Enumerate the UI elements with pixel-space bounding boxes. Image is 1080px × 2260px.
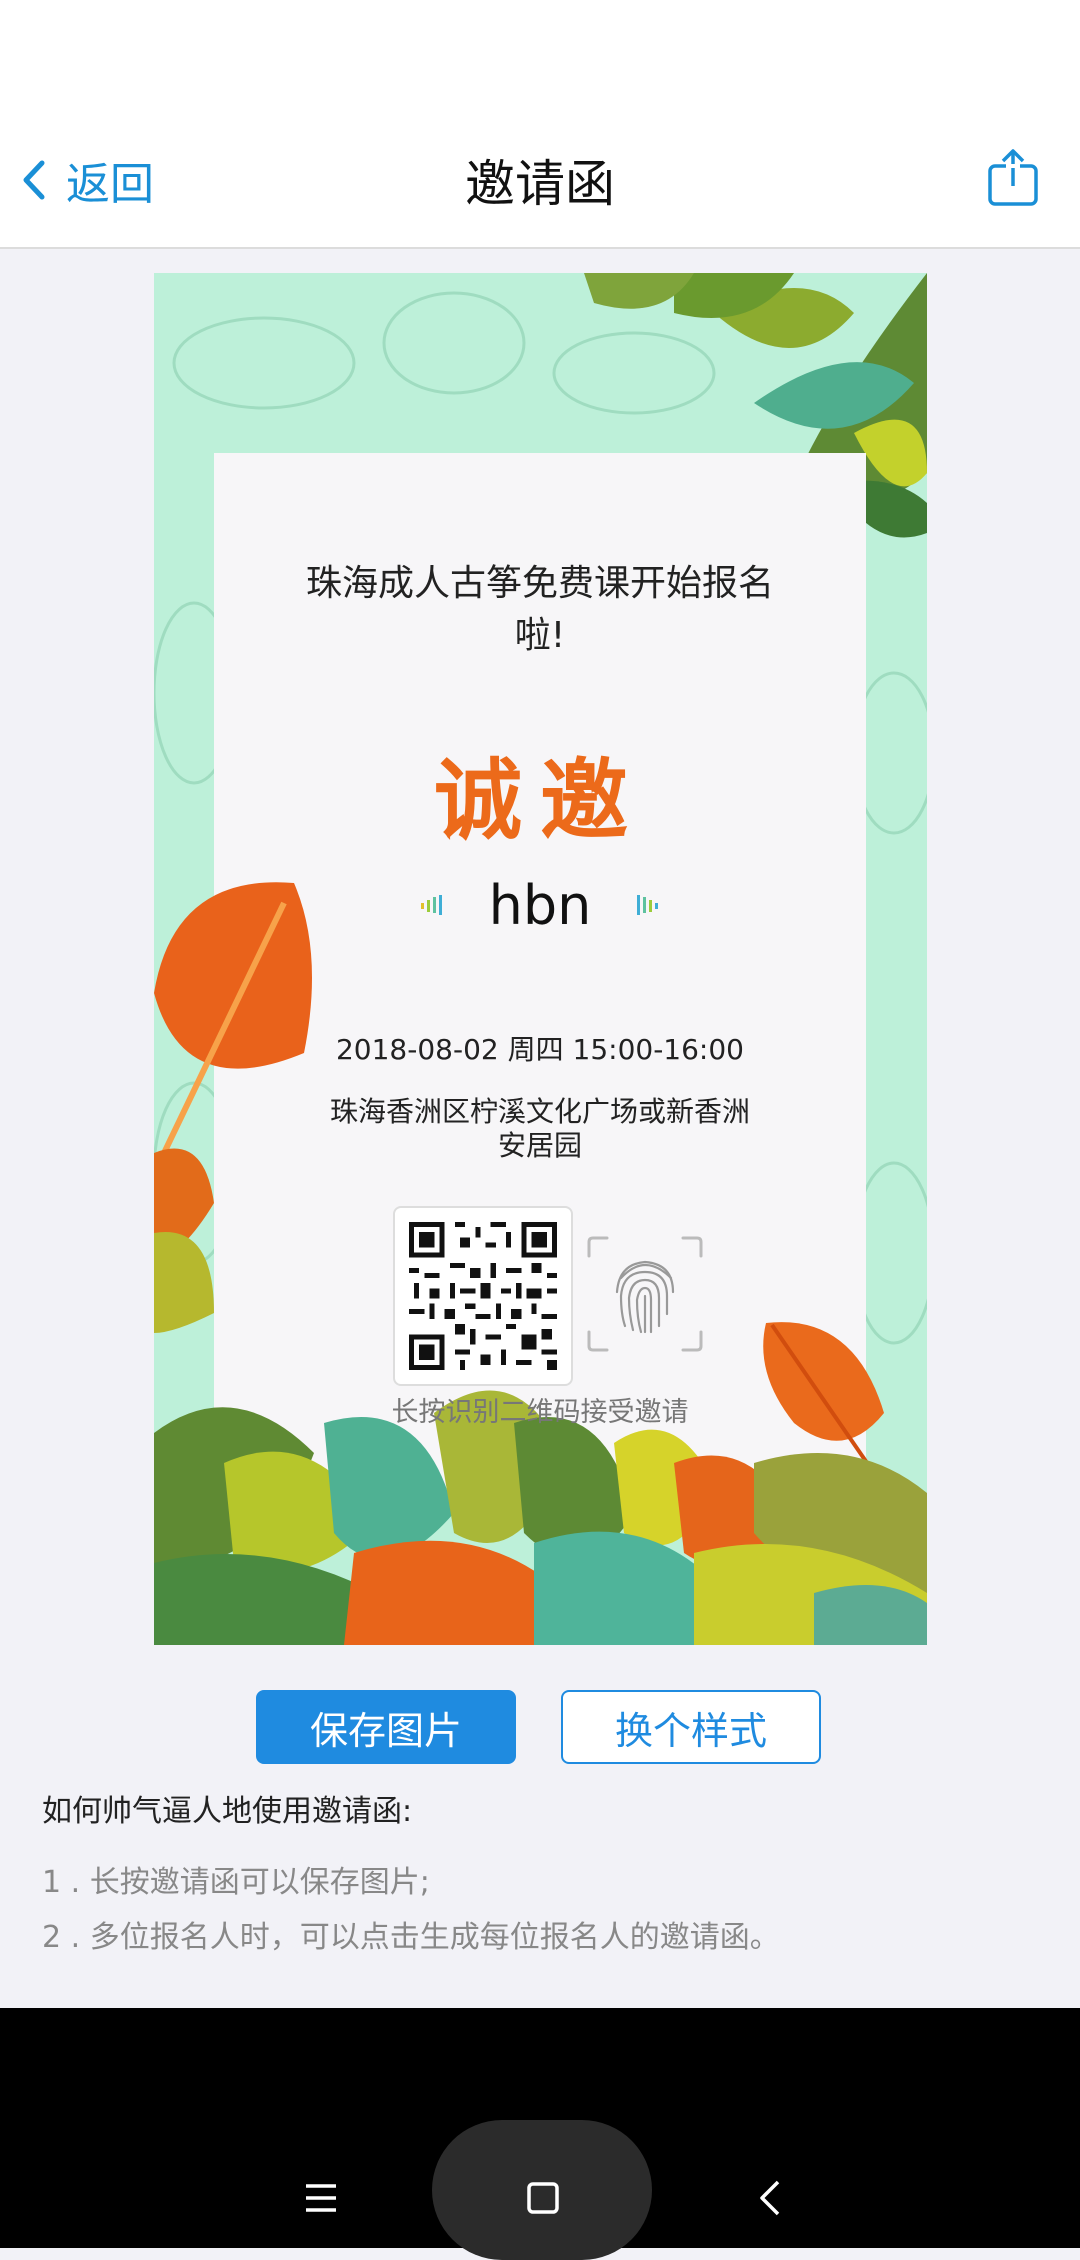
event-address: 珠海香洲区柠溪文化广场或新香洲安居园 [329,1095,750,1162]
sound-wave-icon [637,895,659,915]
system-navigation-bar [0,2008,1080,2260]
status-bar [0,0,1080,110]
home-icon[interactable] [527,2182,559,2214]
menu-icon[interactable] [304,2183,338,2213]
event-datetime: 2018-08-02 周四 15:00-16:00 [335,1033,744,1066]
sincere-invitation-text: 诚邀 [433,748,646,852]
qr-code[interactable] [393,1206,573,1386]
event-title: 珠海成人古筝免费课开始报名啦! [305,563,774,656]
help-item: 1 . 长按邀请函可以保存图片; [42,1865,430,1900]
qr-code-pattern [409,1222,557,1370]
help-item: 2 . 多位报名人时，可以点击生成每位报名人的邀请函。 [42,1920,780,1955]
invitation-card[interactable] [154,273,927,1645]
navigation-bar: 返回 邀请函 [0,110,1080,249]
guest-name: hbn [488,873,592,937]
share-icon[interactable] [986,148,1040,208]
fingerprint-icon [587,1236,703,1352]
page-title: 邀请函 [465,155,615,213]
change-style-button[interactable]: 换个样式 [561,1690,821,1764]
qr-hint: 长按识别二维码接受邀请 [391,1397,689,1428]
guest-name-row: hbn [214,870,866,940]
help-title: 如何帅气逼人地使用邀请函: [42,1794,413,1829]
leaf-border [154,882,927,1645]
sound-wave-icon [420,895,442,915]
save-image-button[interactable]: 保存图片 [256,1690,516,1764]
back-icon[interactable] [758,2180,782,2216]
